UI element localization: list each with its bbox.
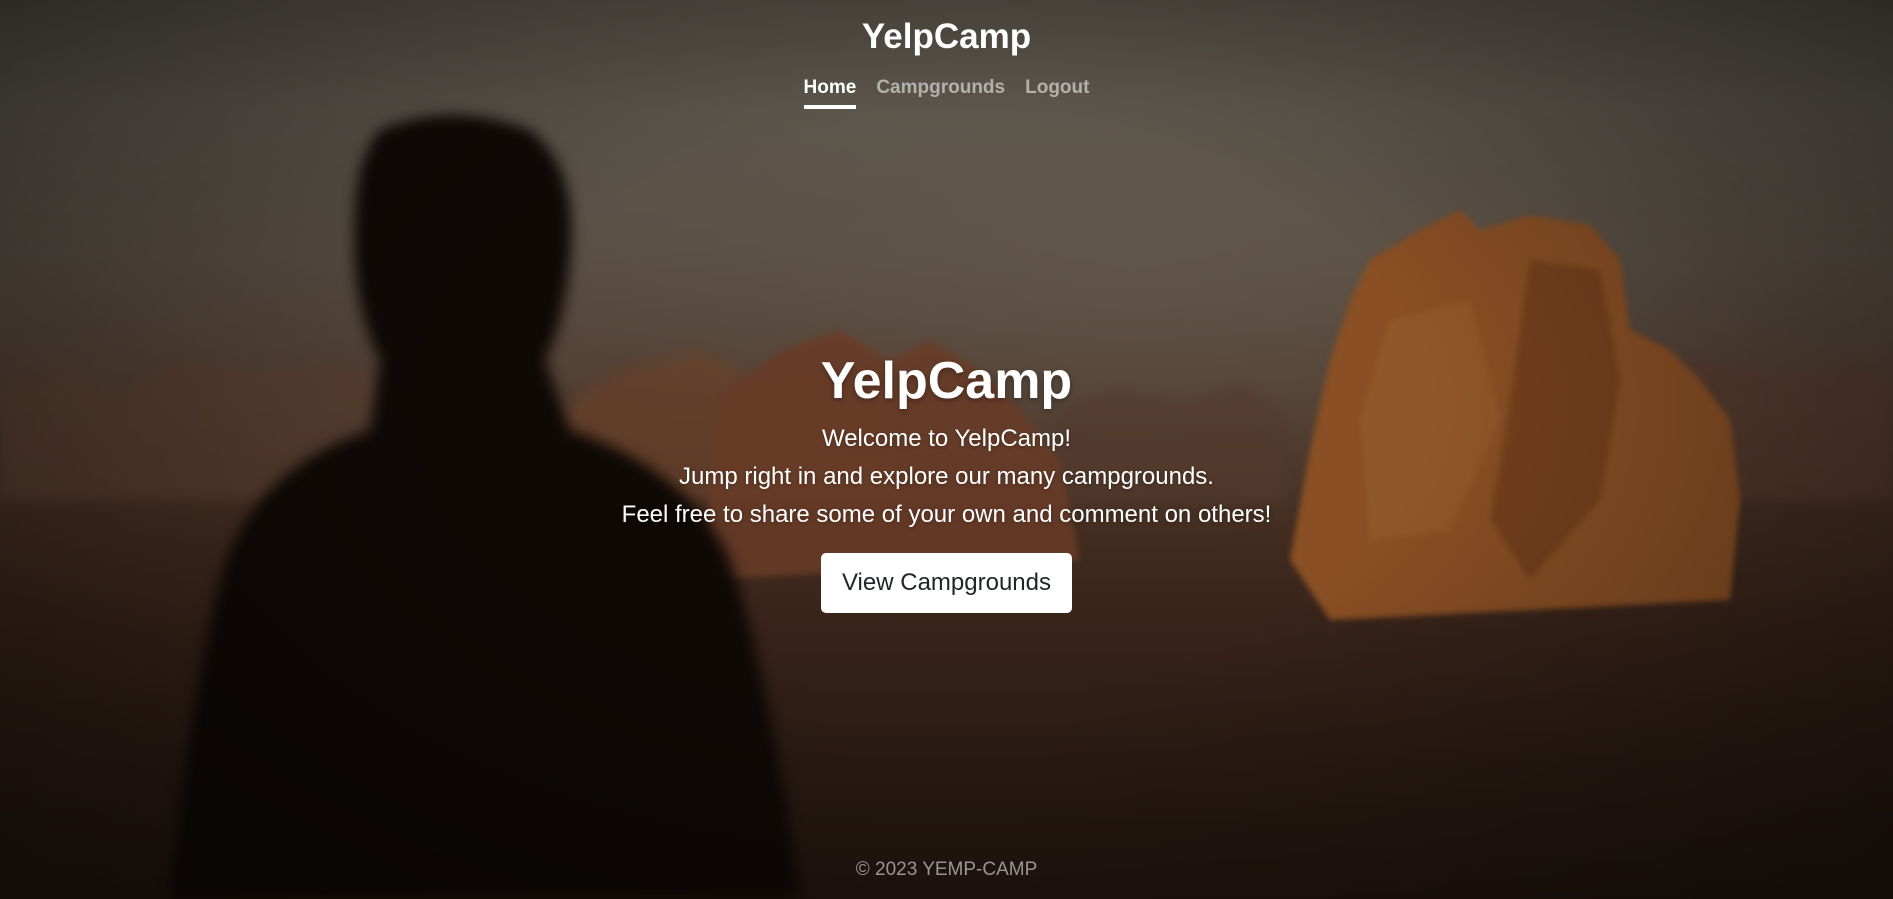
nav-logout-link[interactable]: Logout bbox=[1025, 77, 1089, 109]
hero-explore-text: Jump right in and explore our many campg… bbox=[679, 463, 1214, 490]
nav-campgrounds-link[interactable]: Campgrounds bbox=[876, 77, 1005, 109]
main-nav: Home Campgrounds Logout bbox=[0, 77, 1893, 109]
brand-title: YelpCamp bbox=[861, 17, 1032, 56]
site-header: YelpCamp Home Campgrounds Logout bbox=[0, 0, 1893, 109]
hero-share-text: Feel free to share some of your own and … bbox=[621, 501, 1272, 528]
view-campgrounds-button[interactable]: View Campgrounds bbox=[820, 553, 1072, 613]
site-footer: © 2023 YEMP-CAMP bbox=[0, 859, 1893, 881]
hero-title: YelpCamp bbox=[820, 352, 1073, 410]
hero-welcome-text: Welcome to YelpCamp! bbox=[821, 425, 1072, 452]
hero-section: YelpCamp Welcome to YelpCamp! Jump right… bbox=[0, 350, 1893, 613]
nav-home-link[interactable]: Home bbox=[803, 77, 857, 109]
copyright-text: © 2023 YEMP-CAMP bbox=[855, 859, 1038, 880]
hero-text: Welcome to YelpCamp! Jump right in and e… bbox=[0, 420, 1893, 534]
